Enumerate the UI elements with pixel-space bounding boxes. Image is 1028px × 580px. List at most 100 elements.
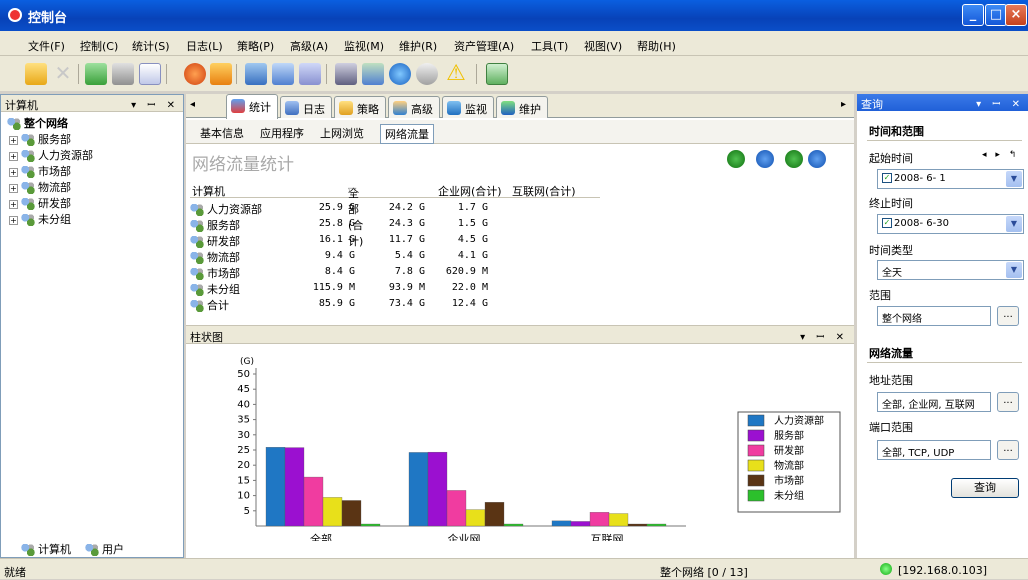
globe-icon[interactable] <box>389 63 411 85</box>
tree-item-service[interactable]: + 服务部 <box>9 131 71 147</box>
y-tick-label: 10 <box>237 491 250 502</box>
expand-icon[interactable]: + <box>9 199 18 209</box>
warning-icon[interactable]: ⚠ <box>445 63 467 85</box>
new-icon[interactable] <box>25 63 47 85</box>
menu-file[interactable]: 文件(F) <box>28 38 65 54</box>
type-label: 时间类型 <box>869 244 913 257</box>
subtab-apps[interactable]: 应用程序 <box>256 124 308 142</box>
monitor-icon[interactable] <box>299 63 321 85</box>
dropdown-icon[interactable]: ▼ <box>1006 216 1022 232</box>
screen-icon[interactable] <box>272 63 294 85</box>
y-tick-label: 30 <box>237 430 250 441</box>
tab-monitor[interactable]: 监视 <box>442 96 494 118</box>
dropdown-icon[interactable]: ▼ <box>1006 262 1022 278</box>
addr-browse-button[interactable]: ... <box>997 392 1019 412</box>
tab-maintain[interactable]: 维护 <box>496 96 548 118</box>
col-intranet[interactable]: 企业网(合计) <box>438 183 502 199</box>
table-row[interactable]: 合计 85.9 G 73.4 G 12.4 G <box>190 295 600 312</box>
port-browse-button[interactable]: ... <box>997 440 1019 460</box>
tab-computers[interactable]: 计算机 <box>21 541 71 557</box>
menu-policy[interactable]: 策略(P) <box>237 38 274 54</box>
table-row[interactable]: 未分组 115.9 M 93.9 M 22.0 M <box>190 279 600 296</box>
update-icon[interactable] <box>486 63 508 85</box>
end-date-picker[interactable]: ✓ 2008- 6-30 ▼ <box>877 214 1024 234</box>
addr-field[interactable]: 全部, 企业网, 互联网 <box>877 392 991 412</box>
expand-icon[interactable]: + <box>9 167 18 177</box>
panel-controls[interactable]: ▾ ꟷ ✕ <box>131 97 179 111</box>
tab-log[interactable]: 日志 <box>280 96 332 118</box>
subtab-basic[interactable]: 基本信息 <box>196 124 248 142</box>
table-row[interactable]: 市场部 8.4 G 7.8 G 620.9 M <box>190 263 600 280</box>
table-row[interactable]: 服务部 25.8 G 24.3 G 1.5 G <box>190 215 600 232</box>
report-icon[interactable] <box>362 63 384 85</box>
tab-scroll-right-icon[interactable]: ▸ <box>841 99 846 110</box>
menu-help[interactable]: 帮助(H) <box>637 38 676 54</box>
delete-icon[interactable]: ✕ <box>52 63 74 85</box>
legend-label: 物流部 <box>774 459 804 472</box>
legend-swatch <box>747 444 765 457</box>
table-row[interactable]: 物流部 9.4 G 5.4 G 4.1 G <box>190 247 600 264</box>
menu-stats[interactable]: 统计(S) <box>132 38 170 54</box>
print-icon[interactable] <box>112 63 134 85</box>
start-date-picker[interactable]: ✓ 2008- 6- 1 ▼ <box>877 169 1024 189</box>
query-button[interactable]: 查询 <box>951 478 1019 498</box>
expand-icon[interactable]: + <box>9 183 18 193</box>
menu-view[interactable]: 视图(V) <box>584 38 622 54</box>
tree-item-logistics[interactable]: + 物流部 <box>9 179 71 195</box>
close-button[interactable]: × <box>1005 4 1027 26</box>
tree-root[interactable]: 整个网络 <box>7 115 68 131</box>
col-internet[interactable]: 互联网(合计) <box>512 183 576 199</box>
stats-icon <box>231 99 245 113</box>
menu-log[interactable]: 日志(L) <box>186 38 223 54</box>
import-icon[interactable] <box>85 63 107 85</box>
tree-item-hr[interactable]: + 人力资源部 <box>9 147 93 163</box>
time-icon[interactable] <box>756 150 774 168</box>
table-row[interactable]: 人力资源部 25.9 G 24.2 G 1.7 G <box>190 199 600 216</box>
refresh-icon[interactable] <box>184 63 206 85</box>
tab-users[interactable]: 用户 <box>85 541 124 557</box>
list-icon[interactable] <box>785 150 803 168</box>
disk-icon[interactable] <box>416 63 438 85</box>
menu-maintain[interactable]: 维护(R) <box>399 38 437 54</box>
checkbox-icon[interactable]: ✓ <box>882 173 892 183</box>
expand-icon[interactable]: + <box>9 151 18 161</box>
menu-assets[interactable]: 资产管理(A) <box>454 38 514 54</box>
query-panel-controls[interactable]: ▾ ꟷ ✕ <box>976 96 1024 110</box>
bar <box>360 523 381 527</box>
port-field[interactable]: 全部, TCP, UDP <box>877 440 991 460</box>
table-row[interactable]: 研发部 16.1 G 11.7 G 4.5 G <box>190 231 600 248</box>
tab-stats[interactable]: 统计 <box>226 94 278 119</box>
nav-arrows[interactable]: ◂ ▸ ↰ <box>982 150 1019 160</box>
checkbox-icon[interactable]: ✓ <box>882 218 892 228</box>
print-preview-icon[interactable] <box>139 63 161 85</box>
open-icon[interactable] <box>210 63 232 85</box>
range-browse-button[interactable]: ... <box>997 306 1019 326</box>
copy-icon[interactable] <box>245 63 267 85</box>
tree-item-rnd[interactable]: + 研发部 <box>9 195 71 211</box>
menu-control[interactable]: 控制(C) <box>80 38 118 54</box>
tree-item-ungrouped[interactable]: + 未分组 <box>9 211 71 227</box>
maximize-button[interactable]: □ <box>985 4 1007 26</box>
dropdown-icon[interactable]: ▼ <box>1006 171 1022 187</box>
minimize-button[interactable]: _ <box>962 4 984 26</box>
range-field[interactable]: 整个网络 <box>877 306 991 326</box>
tab-advanced[interactable]: 高级 <box>388 96 440 118</box>
tree-item-market[interactable]: + 市场部 <box>9 163 71 179</box>
tab-policy[interactable]: 策略 <box>334 96 386 118</box>
time-type-select[interactable]: 全天 ▼ <box>877 260 1024 280</box>
menu-advanced[interactable]: 高级(A) <box>290 38 328 54</box>
subtab-browse[interactable]: 上网浏览 <box>316 124 368 142</box>
legend-label: 服务部 <box>774 429 804 442</box>
expand-icon[interactable]: + <box>9 135 18 145</box>
expand-icon[interactable]: + <box>9 215 18 225</box>
filter-icon[interactable] <box>808 150 826 168</box>
menu-monitor[interactable]: 监视(M) <box>344 38 384 54</box>
menu-tools[interactable]: 工具(T) <box>531 38 568 54</box>
export-icon[interactable] <box>727 150 745 168</box>
chart-panel-controls[interactable]: ▾ ꟷ ✕ <box>800 329 848 343</box>
device-icon[interactable] <box>335 63 357 85</box>
toolbar: ✕ ⚠ <box>0 56 1028 91</box>
subtab-traffic[interactable]: 网络流量 <box>380 124 434 144</box>
col-computer[interactable]: 计算机 <box>192 183 225 199</box>
tab-scroll-left-icon[interactable]: ◂ <box>190 99 195 110</box>
